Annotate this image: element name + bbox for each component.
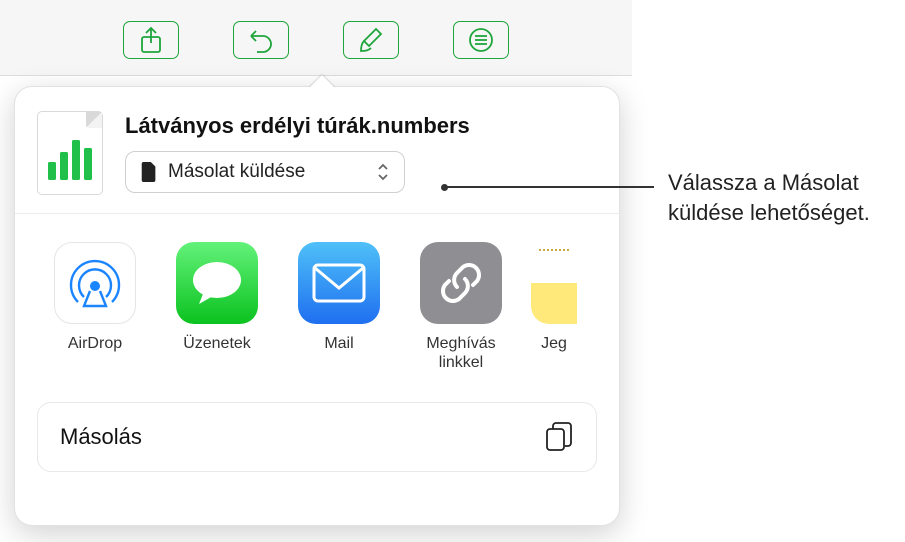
actions-list: Másolás <box>15 388 619 472</box>
toolbar <box>0 0 632 76</box>
notes-icon <box>531 242 577 324</box>
chart-glyph-icon <box>48 140 92 180</box>
messages-icon <box>189 258 245 308</box>
undo-icon <box>247 27 275 53</box>
share-target-label: Mail <box>324 334 353 372</box>
copy-action-label: Másolás <box>60 424 142 450</box>
undo-button[interactable] <box>233 21 289 59</box>
link-icon <box>437 259 485 307</box>
share-icon <box>139 26 163 54</box>
share-target-notes[interactable]: Jeg <box>531 242 577 372</box>
send-mode-label: Másolat küldése <box>168 161 366 183</box>
copy-icon <box>544 421 574 453</box>
chevron-up-down-icon <box>376 162 390 182</box>
share-target-messages[interactable]: Üzenetek <box>165 242 269 372</box>
share-target-label: Jeg <box>531 334 577 372</box>
more-button[interactable] <box>453 21 509 59</box>
airdrop-icon <box>66 254 124 312</box>
more-menu-icon <box>468 27 494 53</box>
share-target-invite-link[interactable]: Meghívás linkkel <box>409 242 513 372</box>
share-target-airdrop[interactable]: AirDrop <box>43 242 147 372</box>
share-target-mail[interactable]: Mail <box>287 242 391 372</box>
app-window: Látványos erdélyi túrák.numbers Másolat … <box>0 0 632 542</box>
callout-leader-line <box>444 186 654 188</box>
share-sheet: Látványos erdélyi túrák.numbers Másolat … <box>14 86 620 526</box>
send-mode-select[interactable]: Másolat küldése <box>125 151 405 193</box>
document-icon <box>140 162 158 182</box>
callout-text: Válassza a Másolat küldése lehetőséget. <box>668 168 898 227</box>
mail-icon <box>312 263 366 303</box>
share-targets-row[interactable]: AirDrop Üzenetek Mail Meghívás linkkel <box>15 214 619 388</box>
document-title: Látványos erdélyi túrák.numbers <box>125 113 597 139</box>
share-sheet-header: Látványos erdélyi túrák.numbers Másolat … <box>15 87 619 214</box>
copy-action[interactable]: Másolás <box>37 402 597 472</box>
document-thumbnail <box>37 111 103 195</box>
share-target-label: Meghívás linkkel <box>409 334 513 372</box>
share-target-label: Üzenetek <box>183 334 251 372</box>
share-target-label: AirDrop <box>68 334 122 372</box>
format-button[interactable] <box>343 21 399 59</box>
share-button[interactable] <box>123 21 179 59</box>
paintbrush-icon <box>358 26 384 54</box>
